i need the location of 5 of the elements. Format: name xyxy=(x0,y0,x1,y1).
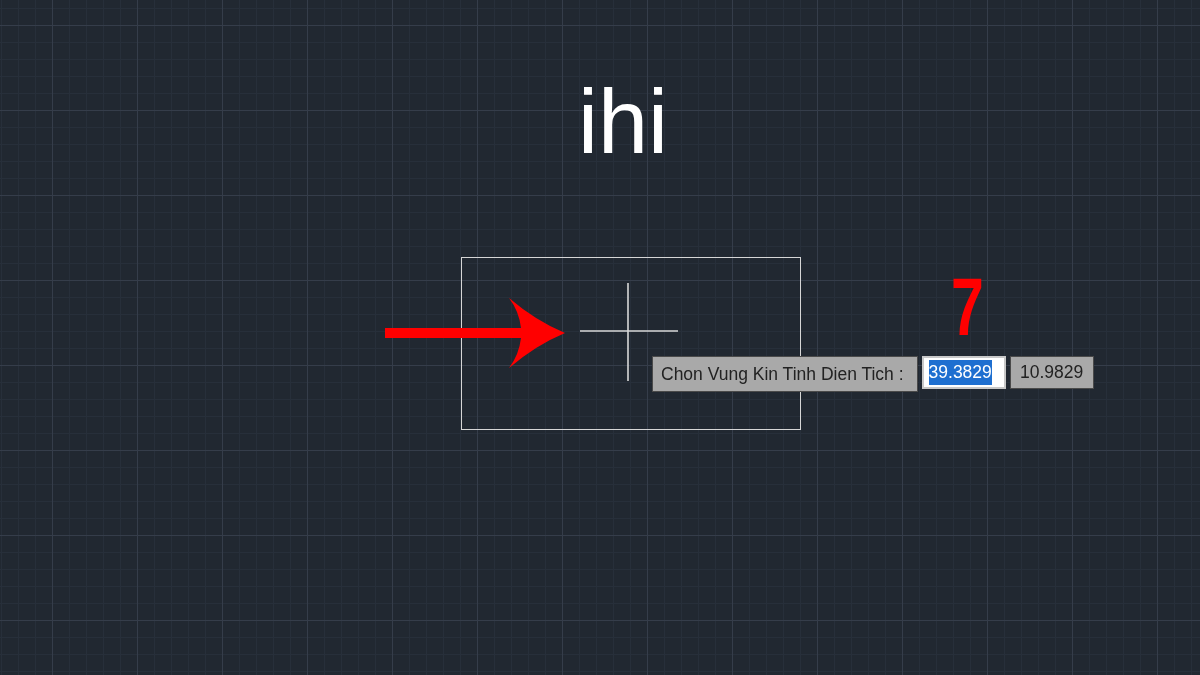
command-prompt: Chon Vung Kin Tinh Dien Tich : xyxy=(652,356,918,392)
coordinate-input[interactable]: 10.9829 xyxy=(1009,356,1094,389)
drawing-text: ihi xyxy=(578,71,669,174)
annotation-number: 7 xyxy=(951,262,984,352)
coordinate-input[interactable]: 39.3829 xyxy=(921,356,1006,389)
